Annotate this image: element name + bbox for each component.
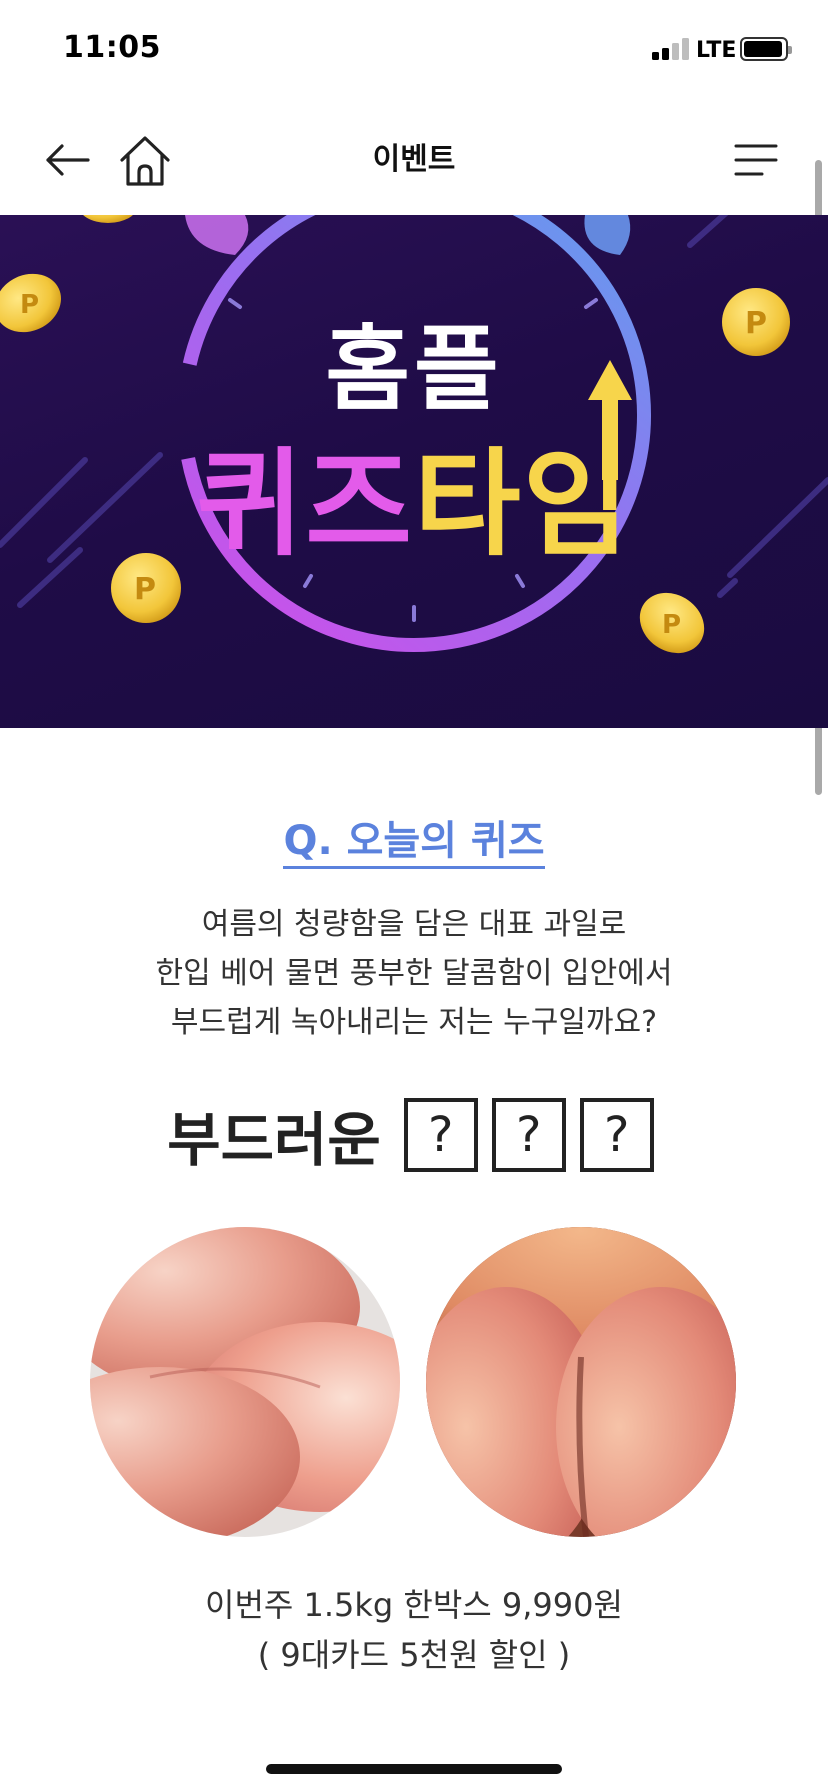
- coin-icon: [83, 215, 133, 223]
- menu-button[interactable]: [728, 132, 784, 188]
- hamburger-menu-icon: [734, 144, 778, 176]
- price-info: 이번주 1.5kg 한박스 9,990원 ( 9대카드 5천원 할인 ): [0, 1580, 828, 1680]
- battery-icon: [740, 37, 792, 61]
- quiz-question: 여름의 청량함을 담은 대표 과일로 한입 베어 물면 풍부한 달콤함이 입안에…: [0, 900, 828, 1047]
- coin-icon: P: [639, 592, 705, 654]
- answer-box: ?: [491, 1098, 566, 1172]
- banner-title-line2: 퀴즈타임: [0, 410, 828, 578]
- signal-icon: [652, 38, 692, 60]
- answer-box: ?: [403, 1098, 478, 1172]
- banner-time-text: 타임: [414, 437, 632, 572]
- status-time: 11:05: [63, 30, 161, 65]
- answer-row: 부드러운 ? ? ?: [0, 1095, 828, 1175]
- banner-title-line1: 홈플: [325, 316, 503, 423]
- quiz-question-line: 한입 베어 물면 풍부한 달콤함이 입안에서: [155, 956, 673, 991]
- peach-image-left: [90, 1227, 400, 1537]
- price-line: 이번주 1.5kg 한박스 9,990원: [205, 1586, 623, 1624]
- status-bar: 11:05 LTE: [0, 0, 828, 100]
- peach-image-right: [426, 1227, 736, 1537]
- quiz-heading: Q. 오늘의 퀴즈: [0, 808, 828, 869]
- quiz-question-line: 여름의 청량함을 담은 대표 과일로: [201, 907, 627, 942]
- nav-bar: 이벤트: [0, 110, 828, 215]
- answer-box: ?: [579, 1098, 654, 1172]
- network-label: LTE: [696, 38, 737, 63]
- banner-quiz-text: 퀴즈: [196, 437, 414, 572]
- svg-text:P: P: [662, 610, 681, 640]
- home-indicator[interactable]: [266, 1764, 562, 1774]
- discount-line: ( 9대카드 5천원 할인 ): [257, 1636, 571, 1674]
- quiz-heading-text: Q. 오늘의 퀴즈: [283, 818, 545, 869]
- quiz-question-line: 부드럽게 녹아내리는 저는 누구일까요?: [170, 1005, 658, 1040]
- page-title: 이벤트: [372, 142, 456, 177]
- answer-prefix: 부드러운: [167, 1106, 381, 1174]
- quiz-time-banner[interactable]: P P P P 홈플 퀴즈타임: [0, 215, 828, 728]
